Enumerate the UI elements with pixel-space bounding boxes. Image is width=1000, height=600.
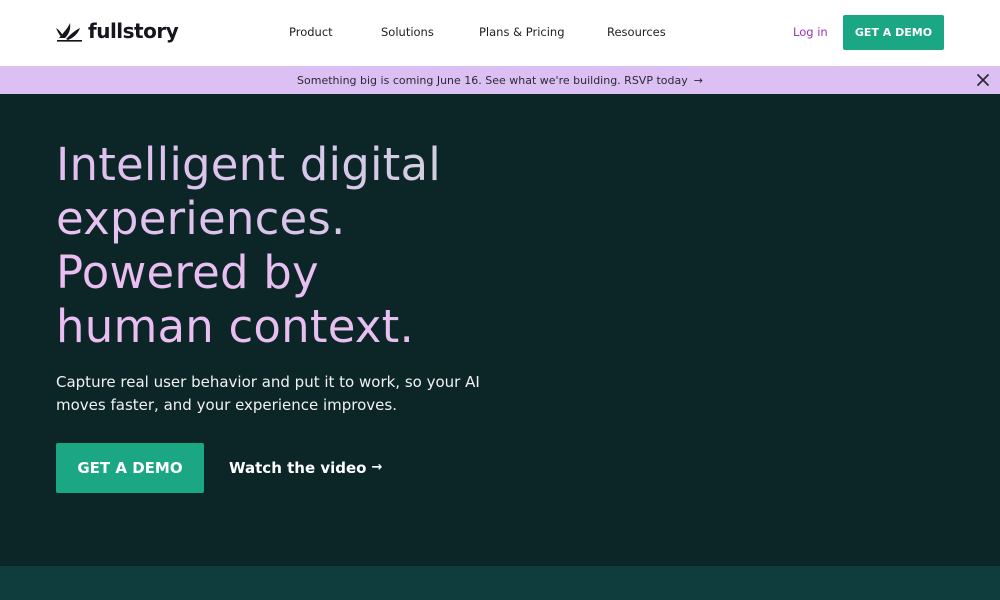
- login-link[interactable]: Log in: [793, 23, 828, 41]
- headline-line: human context.: [56, 300, 616, 354]
- headline-line: experiences.: [56, 192, 616, 246]
- nav-product[interactable]: Product: [289, 23, 333, 41]
- announcement-text: Something big is coming June 16. See wha…: [297, 73, 688, 87]
- get-demo-button-hero[interactable]: GET A DEMO: [56, 443, 204, 493]
- hero-subtext: Capture real user behavior and put it to…: [56, 373, 480, 414]
- announcement-link[interactable]: Something big is coming June 16. See wha…: [0, 66, 1000, 94]
- nav-plans-pricing[interactable]: Plans & Pricing: [479, 23, 565, 41]
- fullstory-logo-icon: [56, 23, 82, 42]
- arrow-right-icon: →: [371, 460, 383, 475]
- close-icon[interactable]: [976, 73, 990, 87]
- nav-solutions[interactable]: Solutions: [381, 23, 434, 41]
- watch-video-label: Watch the video: [229, 459, 367, 477]
- hero-section: Intelligent digital experiences. Powered…: [0, 94, 1000, 566]
- headline-line: Powered by: [56, 246, 616, 300]
- nav-resources[interactable]: Resources: [607, 23, 666, 41]
- announcement-banner: Something big is coming June 16. See wha…: [0, 66, 1000, 94]
- brand-name: fullstory: [88, 19, 179, 43]
- watch-video-link[interactable]: Watch the video →: [229, 457, 382, 479]
- top-navigation: fullstory Product Solutions Plans & Pric…: [0, 0, 1000, 66]
- next-section-edge: [0, 566, 1000, 600]
- fullstory-logo[interactable]: fullstory: [56, 18, 179, 44]
- headline-line: Intelligent digital: [56, 138, 616, 192]
- arrow-right-icon: →: [693, 73, 703, 87]
- hero-headline: Intelligent digital experiences. Powered…: [56, 138, 616, 354]
- get-demo-button-header[interactable]: GET A DEMO: [843, 15, 944, 50]
